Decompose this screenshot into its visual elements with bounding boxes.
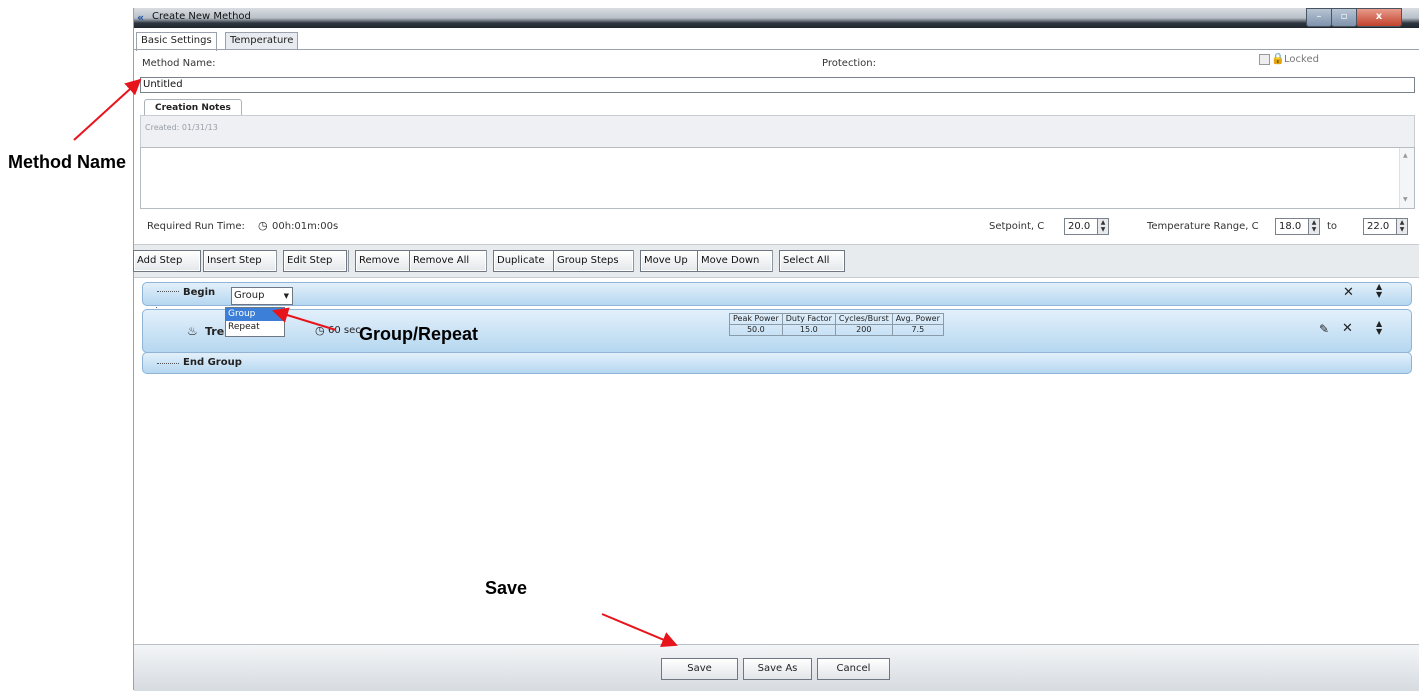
annotation-arrows xyxy=(73,78,678,647)
arrow-to-save xyxy=(601,613,678,647)
annotation-group-repeat: Group/Repeat xyxy=(359,324,479,344)
arrow-to-method-name xyxy=(73,78,142,141)
arrow-to-group-select xyxy=(272,307,337,331)
